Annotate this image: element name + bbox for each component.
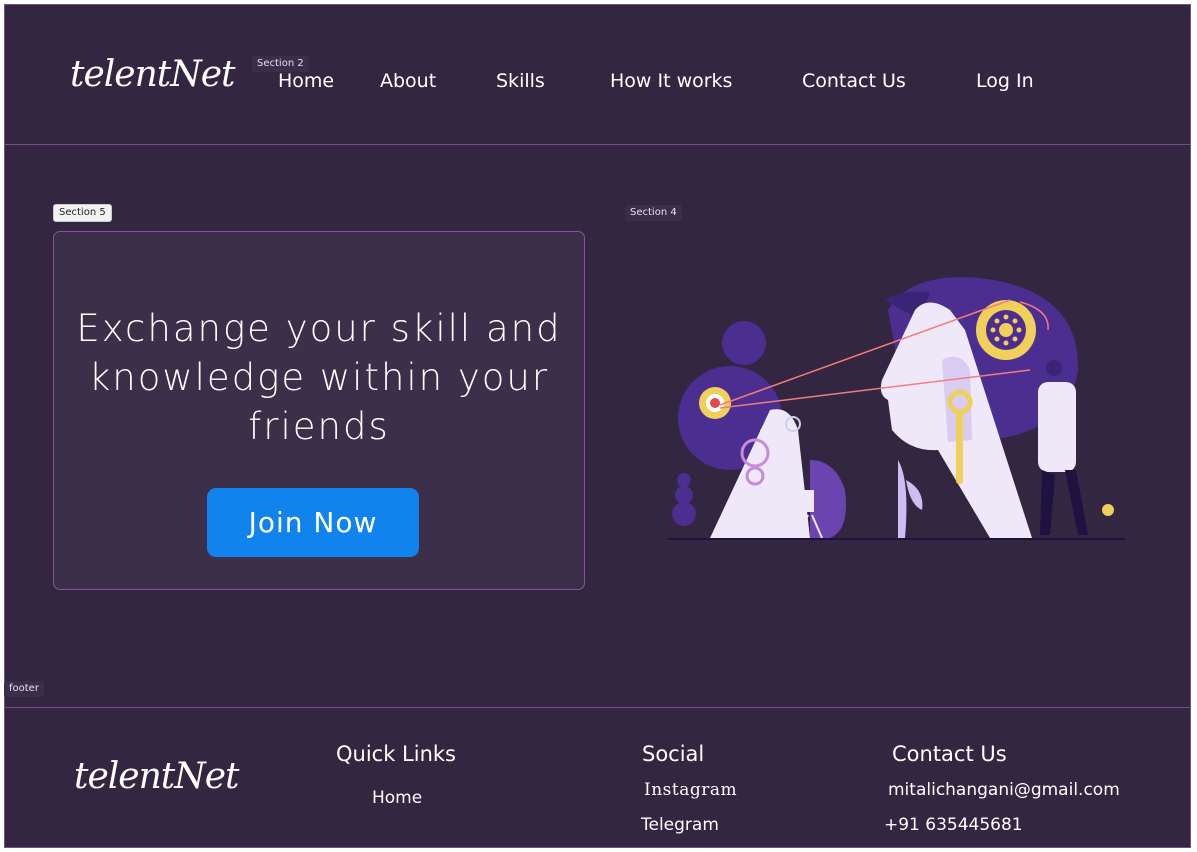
social-title: Social: [642, 742, 705, 766]
nav-about[interactable]: About: [380, 70, 436, 92]
quick-links-title: Quick Links: [336, 742, 457, 766]
brand-logo[interactable]: telentNet: [70, 54, 236, 95]
contact-title: Contact Us: [892, 742, 1007, 766]
footer-link-telegram[interactable]: Telegram: [641, 815, 719, 835]
nav-how-it-works[interactable]: How It works: [610, 70, 732, 92]
join-now-button[interactable]: Join Now: [207, 488, 419, 557]
nav-contact-us[interactable]: Contact Us: [802, 70, 906, 92]
site-footer: telentNet Quick Links Home Social Instag…: [4, 707, 1191, 848]
site-header: telentNet Section 2 Home About Skills Ho…: [4, 4, 1191, 145]
nav-skills[interactable]: Skills: [496, 70, 545, 92]
nav-home[interactable]: Home: [278, 70, 334, 92]
hero-card: Exchange your skill and knowledge within…: [53, 231, 585, 590]
design-tag-footer: footer: [4, 681, 44, 697]
footer-link-instagram[interactable]: Instagram: [644, 780, 737, 800]
design-tag-section-5: Section 5: [53, 204, 112, 222]
footer-contact-phone[interactable]: +91 635445681: [884, 815, 1023, 835]
footer-brand-logo[interactable]: telentNet: [74, 756, 240, 797]
people-exchanging-ideas-gears-illustration: [668, 277, 1125, 540]
footer-link-home[interactable]: Home: [372, 788, 422, 808]
hero-headline: Exchange your skill and knowledge within…: [76, 307, 562, 448]
nav-log-in[interactable]: Log In: [976, 70, 1034, 92]
design-tag-section-4: Section 4: [625, 205, 682, 221]
footer-contact-email[interactable]: mitalichangani@gmail.com: [888, 780, 1120, 800]
